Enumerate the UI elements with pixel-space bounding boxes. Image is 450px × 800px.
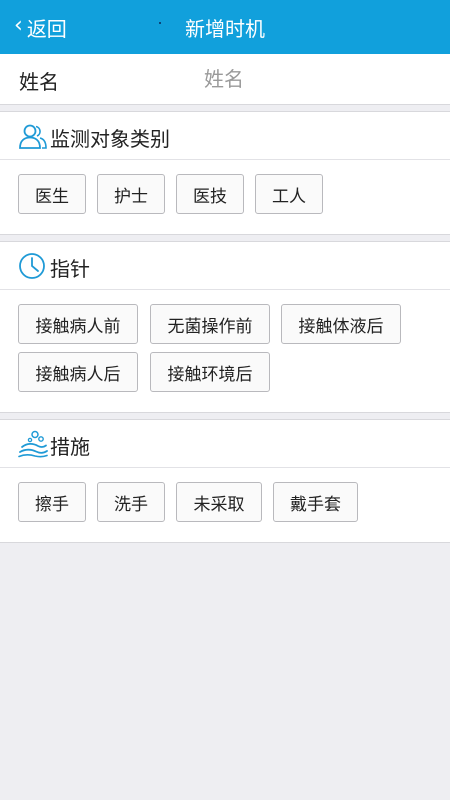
option-wipe-hands[interactable]: 擦手 — [18, 482, 86, 522]
status-dot — [159, 22, 161, 24]
option-not-taken[interactable]: 未采取 — [176, 482, 262, 522]
top-bar: ‹ 返回 新增时机 — [0, 0, 450, 54]
section-measure: 措施 擦手 洗手 未采取 戴手套 — [0, 419, 450, 543]
option-wash-hands[interactable]: 洗手 — [97, 482, 165, 522]
option-wear-gloves[interactable]: 戴手套 — [273, 482, 358, 522]
option-before-aseptic[interactable]: 无菌操作前 — [150, 304, 270, 344]
option-after-body-fluid[interactable]: 接触体液后 — [281, 304, 401, 344]
people-icon — [19, 124, 47, 149]
option-doctor[interactable]: 医生 — [18, 174, 86, 214]
page-title: 新增时机 — [185, 16, 265, 41]
option-after-environment[interactable]: 接触环境后 — [150, 352, 270, 392]
option-after-patient[interactable]: 接触病人后 — [18, 352, 138, 392]
option-nurse[interactable]: 护士 — [97, 174, 165, 214]
name-input[interactable] — [196, 62, 450, 96]
name-label: 姓名 — [19, 70, 59, 94]
section-title: 措施 — [50, 435, 90, 459]
option-before-patient[interactable]: 接触病人前 — [18, 304, 138, 344]
option-medical-tech[interactable]: 医技 — [176, 174, 244, 214]
section-title: 监测对象类别 — [50, 127, 170, 151]
section-title: 指针 — [50, 257, 90, 281]
clock-icon — [19, 253, 45, 279]
section-header: 指针 — [0, 242, 450, 290]
section-indicator: 指针 接触病人前 无菌操作前 接触体液后 接触病人后 接触环境后 — [0, 241, 450, 413]
handwash-icon — [18, 430, 48, 458]
section-header: 监测对象类别 — [0, 112, 450, 160]
section-header: 措施 — [0, 420, 450, 468]
section-monitor-category: 监测对象类别 医生 护士 医技 工人 — [0, 111, 450, 235]
option-worker[interactable]: 工人 — [255, 174, 323, 214]
name-row: 姓名 — [0, 54, 450, 105]
